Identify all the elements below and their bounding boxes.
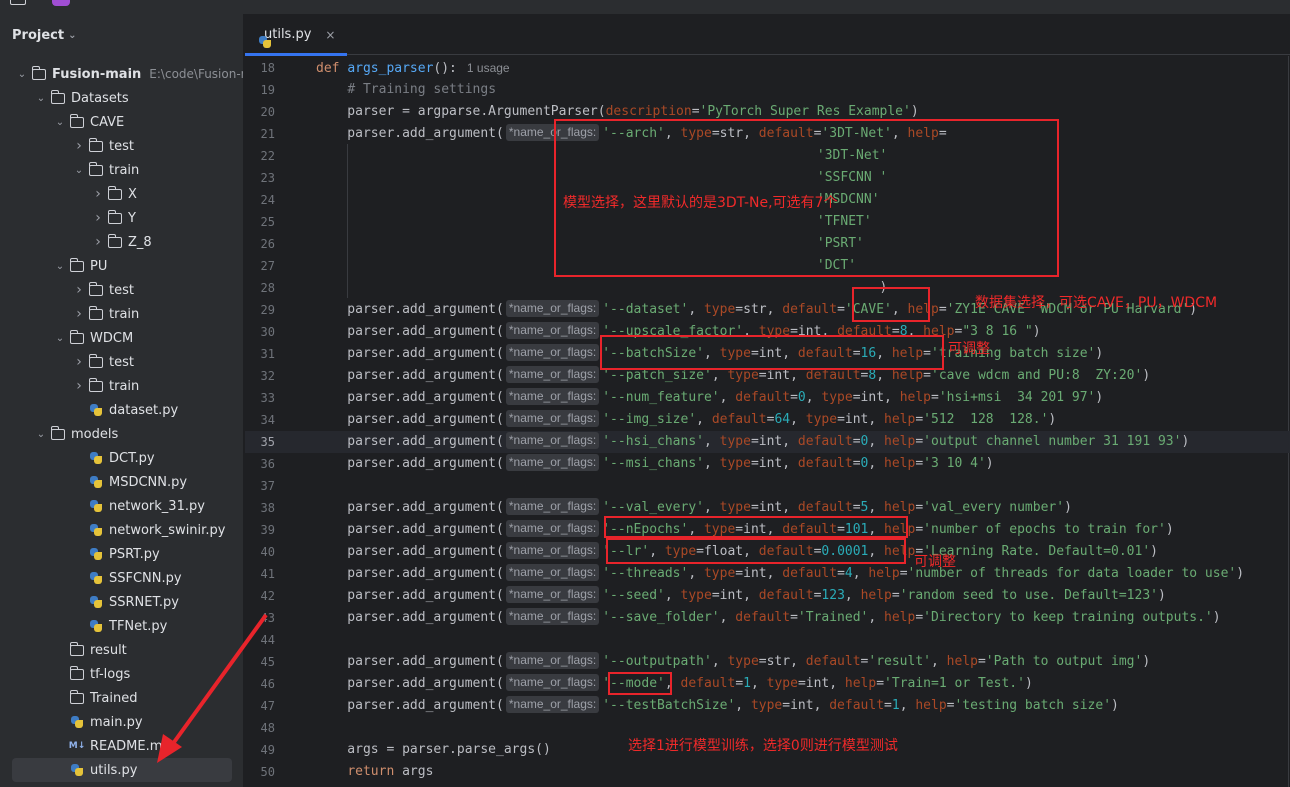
annotation-arrow xyxy=(157,613,268,763)
